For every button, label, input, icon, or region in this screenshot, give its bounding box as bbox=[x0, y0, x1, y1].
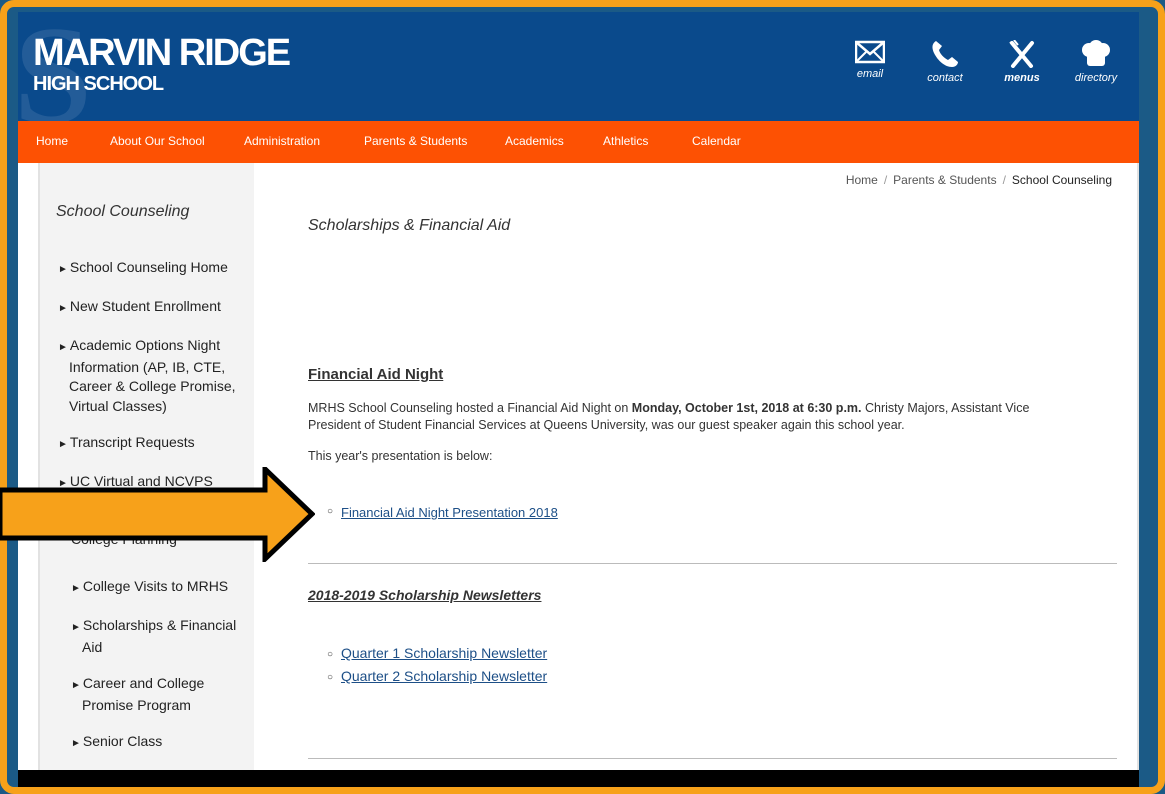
menus-link[interactable]: menus bbox=[987, 40, 1057, 84]
bullet-icon: ○ bbox=[327, 672, 334, 683]
email-label: email bbox=[856, 68, 884, 80]
newsletter-q1-link[interactable]: Quarter 1 Scholarship Newsletter bbox=[341, 645, 547, 661]
nav-parents-students[interactable]: Parents & Students bbox=[364, 134, 467, 148]
sidebar-item-career-college[interactable]: ► Career and College Promise Program bbox=[71, 674, 221, 715]
sidebar-item-college-visits[interactable]: ► College Visits to MRHS bbox=[71, 577, 246, 599]
nav-academics[interactable]: Academics bbox=[505, 134, 564, 148]
callout-arrow-icon bbox=[0, 467, 315, 562]
breadcrumb-separator: / bbox=[883, 173, 888, 187]
breadcrumb: Home / Parents & Students / School Counselin… bbox=[846, 173, 1112, 187]
sidebar-item-scholarships[interactable]: ► Scholarships & Financial Aid bbox=[71, 616, 251, 657]
sidebar-item-transcripts[interactable]: ► Transcript Requests bbox=[58, 433, 248, 455]
nav-home[interactable]: Home bbox=[36, 134, 68, 148]
page-title: Scholarships & Financial Aid bbox=[308, 217, 511, 234]
triangle-icon: ► bbox=[71, 680, 81, 691]
bullet-icon: ○ bbox=[327, 506, 334, 517]
menus-label: menus bbox=[1004, 72, 1040, 84]
breadcrumb-parents[interactable]: Parents & Students bbox=[893, 173, 996, 187]
directory-link[interactable]: directory bbox=[1061, 40, 1131, 84]
triangle-icon: ► bbox=[71, 583, 81, 594]
sidebar-title: School Counseling bbox=[56, 203, 190, 220]
section-divider bbox=[308, 758, 1117, 759]
breadcrumb-separator: / bbox=[1002, 173, 1006, 187]
browser-page: S MARVIN RIDGE HIGH SCHOOL email contact… bbox=[18, 12, 1139, 772]
email-link[interactable]: email bbox=[835, 40, 905, 80]
triangle-icon: ► bbox=[58, 439, 68, 450]
triangle-icon: ► bbox=[71, 738, 81, 749]
envelope-icon bbox=[855, 40, 885, 64]
bullet-icon: ○ bbox=[327, 649, 334, 660]
newsletters-heading: 2018-2019 Scholarship Newsletters bbox=[308, 587, 542, 603]
phone-icon bbox=[932, 41, 958, 67]
sidebar-item-senior-class[interactable]: ► Senior Class bbox=[71, 732, 246, 754]
presentation-link[interactable]: Financial Aid Night Presentation 2018 bbox=[341, 505, 558, 520]
newsletter-q2-link[interactable]: Quarter 2 Scholarship Newsletter bbox=[341, 668, 547, 684]
footer-bar bbox=[18, 770, 1139, 787]
financial-aid-heading: Financial Aid Night bbox=[308, 366, 444, 383]
school-logo[interactable]: MARVIN RIDGE bbox=[33, 34, 291, 72]
triangle-icon: ► bbox=[58, 303, 68, 314]
triangle-icon: ► bbox=[71, 622, 81, 633]
sidebar-item-enrollment[interactable]: ► New Student Enrollment bbox=[58, 297, 248, 319]
breadcrumb-home[interactable]: Home bbox=[846, 173, 878, 187]
triangle-icon: ► bbox=[58, 264, 68, 275]
main-nav: Home About Our School Administration Par… bbox=[18, 121, 1139, 163]
site-header: S MARVIN RIDGE HIGH SCHOOL email contact… bbox=[18, 12, 1139, 121]
nav-administration[interactable]: Administration bbox=[244, 134, 320, 148]
contact-label: contact bbox=[927, 72, 963, 84]
nav-athletics[interactable]: Athletics bbox=[603, 134, 648, 148]
section-divider bbox=[308, 563, 1117, 564]
school-logo-subtitle[interactable]: HIGH SCHOOL bbox=[33, 74, 164, 94]
main-content: Home / Parents & Students / School Counselin… bbox=[254, 163, 1139, 772]
nav-calendar[interactable]: Calendar bbox=[692, 134, 741, 148]
financial-aid-paragraph: MRHS School Counseling hosted a Financia… bbox=[308, 401, 1030, 432]
sidebar-item-academic-options[interactable]: ► Academic Options Night Information (AP,… bbox=[58, 336, 248, 416]
contact-link[interactable]: contact bbox=[910, 40, 980, 84]
breadcrumb-current: School Counseling bbox=[1011, 173, 1112, 187]
directory-label: directory bbox=[1074, 72, 1118, 84]
sidebar-item-counseling-home[interactable]: ► School Counseling Home bbox=[58, 258, 248, 280]
nav-about[interactable]: About Our School bbox=[110, 134, 205, 148]
triangle-icon: ► bbox=[58, 342, 68, 353]
fork-knife-icon bbox=[1009, 40, 1034, 68]
chef-hat-icon bbox=[1082, 40, 1110, 66]
presentation-intro: This year's presentation is below: bbox=[308, 449, 493, 463]
